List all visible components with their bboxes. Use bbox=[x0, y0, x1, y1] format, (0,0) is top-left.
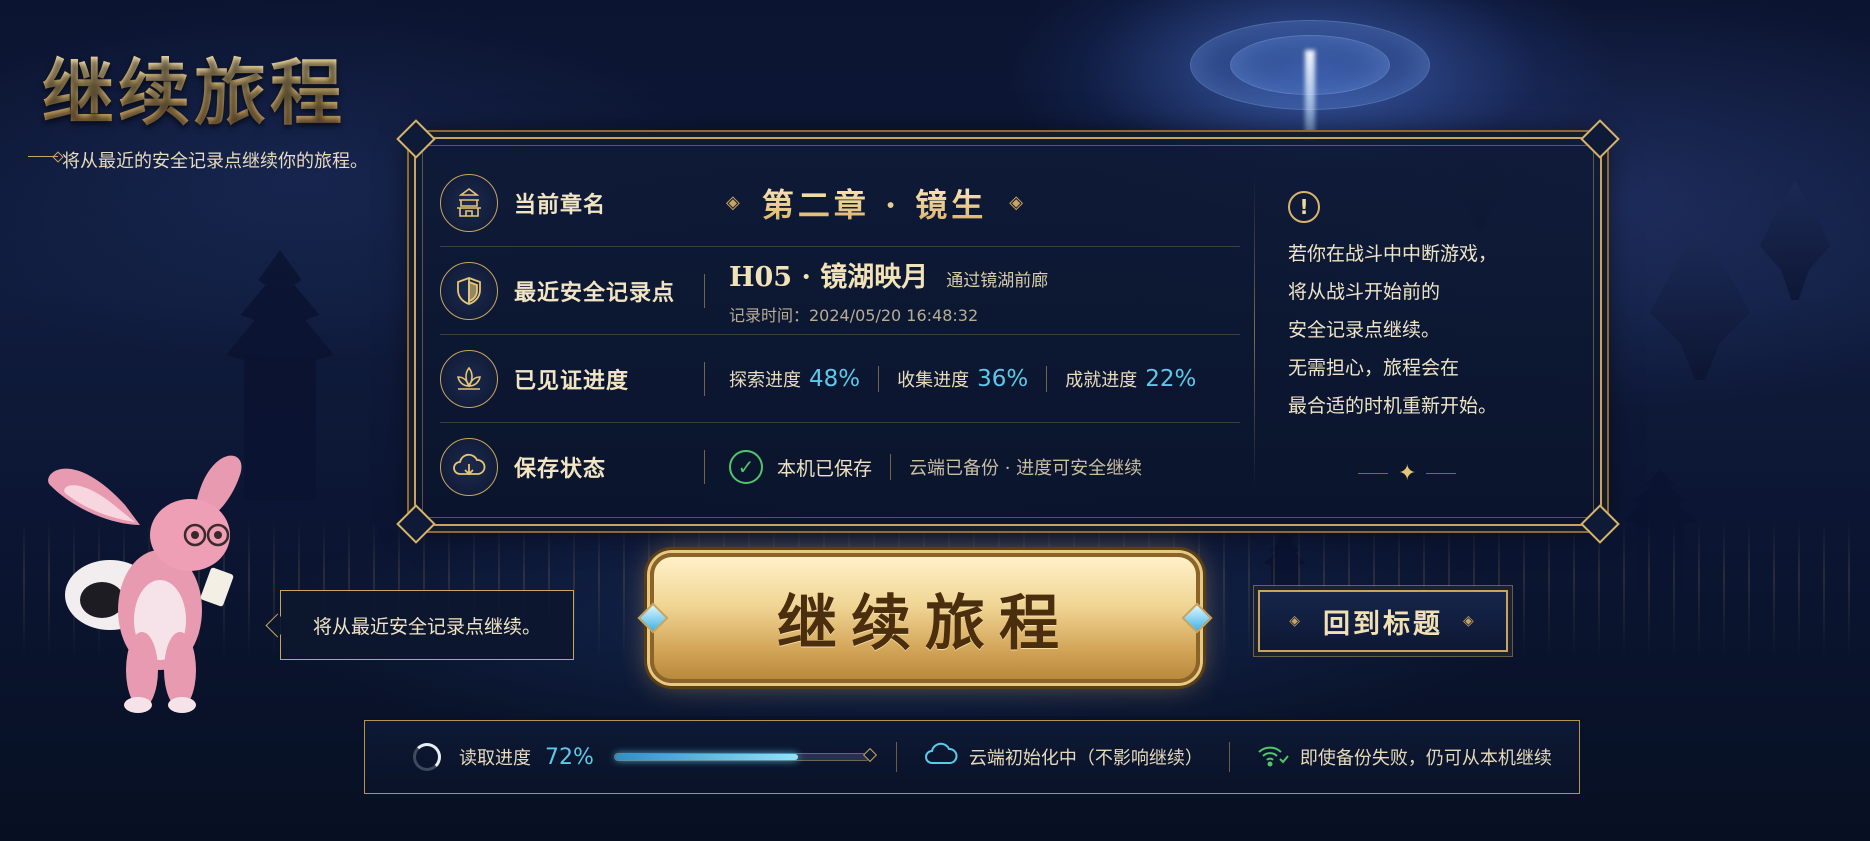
panel-corner-ornament bbox=[396, 119, 436, 159]
progress-row: 已见证进度 探索进度 48% 收集进度 36% 成就进度 22% bbox=[440, 335, 1240, 423]
divider bbox=[704, 450, 705, 484]
local-save-status: 本机已保存 bbox=[777, 457, 873, 480]
explore-progress-value: 48% bbox=[809, 365, 861, 392]
back-to-title-button[interactable]: ◈ 回到标题 ◈ bbox=[1258, 590, 1508, 652]
notice-line: 安全记录点继续。 bbox=[1288, 319, 1441, 341]
diamond-ornament-icon: ◈ bbox=[1289, 613, 1303, 629]
page-subtitle: 将从最近的安全记录点继续你的旅程。 bbox=[62, 151, 368, 172]
row-label: 已见证进度 bbox=[514, 367, 630, 394]
divider bbox=[878, 365, 880, 392]
continue-journey-button[interactable]: 继续旅程 bbox=[637, 553, 1213, 683]
floating-island bbox=[1650, 230, 1750, 380]
notice-line: 无需担心，旅程会在 bbox=[1288, 357, 1460, 379]
save-point-location: 通过镜湖前廊 bbox=[946, 271, 1049, 291]
loading-progress-bar bbox=[613, 747, 877, 763]
save-info-panel: 当前章名 ◈ 第二章 · 镜生 ◈ 最近安全记录点 H05 · 镜湖映月 通过镜… bbox=[396, 119, 1620, 544]
game-screen: 继续旅程 将从最近的安全记录点继续你的旅程。 当前章名 ◈ 第二章 · 镜生 ◈ bbox=[0, 0, 1870, 841]
save-point-row: 最近安全记录点 H05 · 镜湖映月 通过镜湖前廊 记录时间：2024/05/2… bbox=[440, 247, 1240, 335]
exclamation-icon: ! bbox=[1288, 191, 1320, 223]
notice-line: 最合适的时机重新开始。 bbox=[1288, 395, 1498, 417]
floating-island bbox=[1760, 180, 1830, 300]
shield-icon bbox=[440, 261, 498, 320]
achievement-progress-value: 22% bbox=[1145, 365, 1197, 392]
panel-divider bbox=[1254, 177, 1255, 489]
notice-line: 将从战斗开始前的 bbox=[1288, 281, 1441, 303]
save-point-name: H05 · 镜湖映月 bbox=[729, 262, 929, 293]
divider bbox=[1046, 365, 1048, 392]
panel-corner-ornament bbox=[1580, 119, 1620, 159]
divider bbox=[1228, 742, 1230, 772]
divider bbox=[704, 273, 705, 308]
save-status-row: 保存状态 ✓ 本机已保存 云端已备份 · 进度可安全继续 bbox=[440, 423, 1240, 511]
wifi-check-icon bbox=[1256, 743, 1290, 772]
check-icon: ✓ bbox=[729, 450, 763, 484]
rabbit-companion-character bbox=[48, 455, 242, 713]
loading-spinner-icon bbox=[413, 743, 441, 771]
pagoda-icon bbox=[440, 173, 498, 232]
save-point-info: H05 · 镜湖映月 通过镜湖前廊 记录时间：2024/05/20 16:48:… bbox=[729, 255, 1048, 326]
row-label: 最近安全记录点 bbox=[514, 279, 676, 306]
diamond-ornament-icon: ◈ bbox=[1463, 613, 1477, 629]
lotus-icon bbox=[440, 349, 498, 408]
backup-fallback-note: 即使备份失败，仍可从本机继续 bbox=[1299, 748, 1552, 769]
star-ornament-icon: ✦ bbox=[1357, 461, 1458, 486]
row-label: 保存状态 bbox=[514, 456, 607, 482]
chapter-row: 当前章名 ◈ 第二章 · 镜生 ◈ bbox=[440, 159, 1240, 247]
divider bbox=[704, 361, 705, 396]
loading-percent: 72% bbox=[545, 744, 594, 770]
cloud-icon bbox=[923, 742, 959, 773]
light-beam bbox=[1305, 50, 1315, 140]
continue-journey-label: 继续旅程 bbox=[777, 588, 1073, 659]
achievement-progress: 成就进度 22% bbox=[1065, 365, 1197, 392]
notice-line: 若你在战斗中中断游戏， bbox=[1288, 243, 1498, 265]
collect-progress-value: 36% bbox=[977, 365, 1029, 392]
collect-progress: 收集进度 36% bbox=[897, 365, 1029, 392]
cloud-save-status: 云端已备份 · 进度可安全继续 bbox=[909, 458, 1143, 479]
chapter-name: 第二章 · 镜生 bbox=[762, 180, 987, 226]
divider bbox=[895, 742, 897, 772]
info-rows: 当前章名 ◈ 第二章 · 镜生 ◈ 最近安全记录点 H05 · 镜湖映月 通过镜… bbox=[440, 159, 1240, 511]
loading-progress-fill bbox=[614, 754, 798, 760]
back-to-title-label: 回到标题 bbox=[1323, 608, 1443, 640]
save-timestamp: 记录时间：2024/05/20 16:48:32 bbox=[729, 306, 979, 325]
diamond-ornament-icon: ◈ bbox=[726, 192, 740, 213]
diamond-ornament-icon: ◈ bbox=[1009, 192, 1024, 213]
hint-speech-bubble: 将从最近安全记录点继续。 bbox=[280, 590, 574, 660]
cloud-download-icon bbox=[440, 438, 498, 496]
status-bar: 读取进度 72% 云端初始化中（不影响继续） 即使备份失败，仍可从本机继续 bbox=[364, 720, 1580, 794]
divider bbox=[890, 454, 892, 480]
progress-end-ornament bbox=[862, 747, 877, 763]
row-label: 当前章名 bbox=[514, 191, 607, 218]
explore-progress: 探索进度 48% bbox=[729, 365, 861, 392]
page-title: 继续旅程 bbox=[42, 34, 346, 139]
subtitle-ornament bbox=[28, 156, 58, 157]
loading-label: 读取进度 bbox=[459, 748, 531, 769]
cloud-init-status: 云端初始化中（不影响继续） bbox=[968, 748, 1203, 769]
